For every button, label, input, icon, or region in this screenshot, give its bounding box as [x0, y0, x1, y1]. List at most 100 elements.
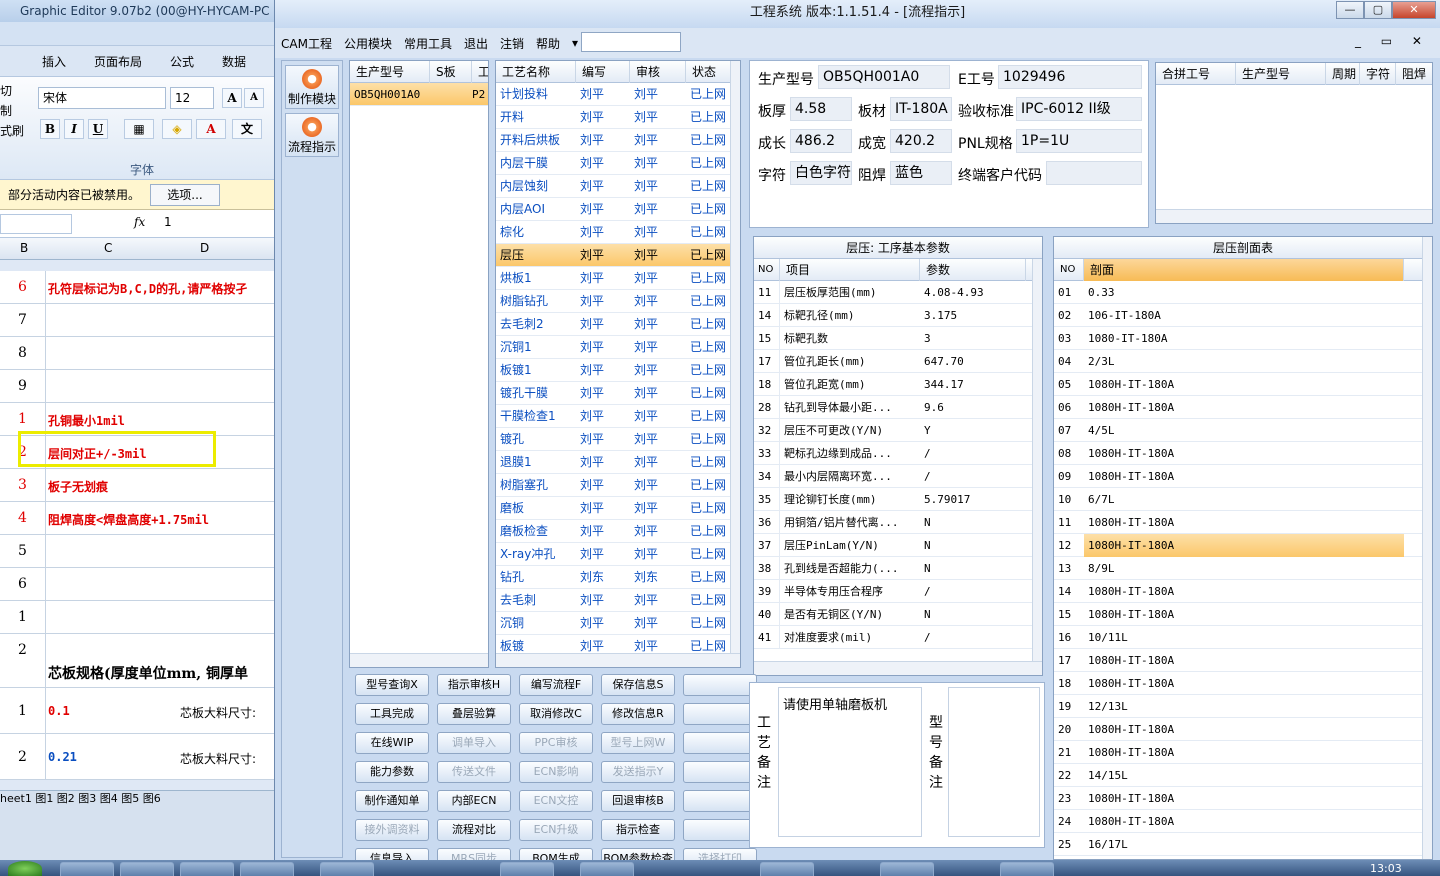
prod-model-field[interactable]: OB5QH001A0 [818, 65, 950, 89]
taskbar-item-excel3[interactable] [1000, 862, 1054, 876]
action-button[interactable]: 指示审核H [437, 674, 511, 696]
flow-guide-button[interactable]: ● 流程指示 [285, 113, 339, 157]
clock[interactable]: 13:03 [1370, 862, 1402, 875]
table-row[interactable]: 18 管位孔距宽(mm) 344.17 [754, 373, 1042, 396]
col-process[interactable]: 工 [472, 61, 488, 83]
cell-text[interactable]: 阻焊高度<焊盘高度+1.75mil [48, 511, 209, 528]
col-b[interactable]: B [20, 241, 28, 255]
make-module-button[interactable]: ● 制作模块 [285, 65, 339, 109]
sheet-row[interactable]: 7 [0, 304, 280, 337]
table-row[interactable]: 退膜1 刘平 刘平 已上网 [496, 451, 740, 474]
cell-text[interactable]: 孔符层标记为B,C,D的孔,请严格按孑 [48, 280, 247, 297]
taskbar-item-save[interactable] [120, 862, 174, 876]
table-row[interactable]: 35 理论铆钉长度(mm) 5.79017 [754, 488, 1042, 511]
action-button[interactable]: BOM参数检查 [601, 848, 675, 860]
action-button[interactable] [683, 703, 757, 725]
e-no-field[interactable]: 1029496 [998, 65, 1142, 89]
table-row[interactable]: OB5QH001A0 P2 [350, 83, 488, 106]
bold-icon[interactable]: B [40, 119, 60, 139]
menu-tools[interactable]: 常用工具 [398, 35, 458, 52]
table-row[interactable]: 39 半导体专用压合程序 / [754, 580, 1042, 603]
action-button[interactable]: 编写流程F [519, 674, 593, 696]
table-row[interactable]: 04 2/3L [1054, 350, 1432, 373]
cell-text[interactable]: 孔铜最小1mil [48, 412, 125, 429]
standard-field[interactable]: IPC-6012 II级 [1016, 97, 1142, 121]
table-row[interactable]: 内层蚀刻 刘平 刘平 已上网 [496, 175, 740, 198]
table-row[interactable]: 11 层压板厚范围(mm) 4.08-4.93 [754, 281, 1042, 304]
col-merge-no[interactable]: 合拼工号 [1156, 63, 1236, 85]
table-row[interactable]: 03 1080-IT-180A [1054, 327, 1432, 350]
col-d[interactable]: D [200, 241, 209, 255]
table-row[interactable]: 10 6/7L [1054, 488, 1432, 511]
table-row[interactable]: 14 1080H-IT-180A [1054, 580, 1432, 603]
maximize-button[interactable]: ▢ [1364, 1, 1392, 19]
font-size-select[interactable]: 12 [170, 87, 214, 109]
font-color-icon[interactable]: A [196, 119, 226, 139]
table-row[interactable]: 34 最小内层隔离环宽... / [754, 465, 1042, 488]
table-row[interactable]: 37 层压PinLam(Y/N) N [754, 534, 1042, 557]
table-row[interactable]: 层压 刘平 刘平 已上网 [496, 244, 740, 267]
action-button[interactable]: 取消修改C [519, 703, 593, 725]
customer-field[interactable] [1046, 161, 1142, 185]
action-button[interactable]: 内部ECN [437, 790, 511, 812]
font-name-select[interactable]: 宋体 [38, 87, 166, 109]
action-button[interactable]: 工具完成 [355, 703, 429, 725]
sheet-row[interactable]: 8 [0, 337, 280, 370]
table-row[interactable]: 17 管位孔距长(mm) 647.70 [754, 350, 1042, 373]
action-button[interactable] [683, 790, 757, 812]
italic-icon[interactable]: I [64, 119, 84, 139]
thickness-field[interactable]: 4.58 [790, 97, 852, 121]
col-process-name[interactable]: 工艺名称 [496, 61, 576, 83]
char-field[interactable]: 白色字符 [790, 161, 852, 185]
params-vscroll[interactable] [1032, 259, 1042, 675]
start-button[interactable] [8, 861, 42, 876]
action-button[interactable]: PPC审核 [519, 732, 593, 754]
col-stack-profile[interactable]: 剖面 [1084, 259, 1404, 281]
table-row[interactable]: 24 1080H-IT-180A [1054, 810, 1432, 833]
action-button[interactable]: 传送文件 [437, 761, 511, 783]
table-row[interactable]: X-ray冲孔 刘平 刘平 已上网 [496, 543, 740, 566]
underline-icon[interactable]: U [88, 119, 108, 139]
action-button[interactable]: 回退审核B [601, 790, 675, 812]
process-remark-textarea[interactable]: 请使用单轴磨板机 [778, 687, 922, 837]
core-row[interactable]: 2 0.21 芯板大料尺寸: [0, 734, 280, 780]
table-row[interactable]: 23 1080H-IT-180A [1054, 787, 1432, 810]
table-row[interactable]: 树脂钻孔 刘平 刘平 已上网 [496, 290, 740, 313]
table-row[interactable]: 16 10/11L [1054, 626, 1432, 649]
process-grid-hscroll[interactable] [496, 653, 740, 667]
width-field[interactable]: 420.2 [890, 129, 952, 153]
action-button[interactable]: 指示检查 [601, 819, 675, 841]
fill-color-icon[interactable]: ◈ [162, 119, 192, 139]
table-row[interactable]: 板镀1 刘平 刘平 已上网 [496, 359, 740, 382]
table-row[interactable]: 02 106-IT-180A [1054, 304, 1432, 327]
action-button[interactable]: 修改信息R [601, 703, 675, 725]
taskbar-item-excel[interactable] [760, 862, 814, 876]
sheet-row[interactable]: 3 板子无划痕 [0, 469, 280, 502]
action-button[interactable]: 制作通知单 [355, 790, 429, 812]
table-row[interactable]: 09 1080H-IT-180A [1054, 465, 1432, 488]
menu-combo-select[interactable] [581, 32, 681, 52]
action-button[interactable]: ECN影响 [519, 761, 593, 783]
action-button[interactable]: 信息导入 [355, 848, 429, 860]
table-row[interactable]: 13 8/9L [1054, 557, 1432, 580]
col-s-board[interactable]: S板 [430, 61, 472, 83]
action-button[interactable] [683, 761, 757, 783]
table-row[interactable]: 开料后烘板 刘平 刘平 已上网 [496, 129, 740, 152]
merge-grid-hscroll[interactable] [1156, 209, 1432, 223]
action-button[interactable]: 接外调资料 [355, 819, 429, 841]
params-hscroll[interactable] [754, 661, 1042, 675]
sheet-row[interactable]: 1 [0, 601, 280, 634]
table-row[interactable]: 17 1080H-IT-180A [1054, 649, 1432, 672]
table-row[interactable]: 干膜检查1 刘平 刘平 已上网 [496, 405, 740, 428]
col-prod-model[interactable]: 生产型号 [350, 61, 430, 83]
table-row[interactable]: 计划投料 刘平 刘平 已上网 [496, 83, 740, 106]
table-row[interactable]: 11 1080H-IT-180A [1054, 511, 1432, 534]
taskbar-item-excel2[interactable] [880, 862, 934, 876]
col-param[interactable]: 参数 [920, 259, 1026, 281]
tab-insert[interactable]: 插入 [28, 53, 80, 70]
table-row[interactable]: 去毛刺2 刘平 刘平 已上网 [496, 313, 740, 336]
action-button[interactable]: 型号上网W [601, 732, 675, 754]
table-row[interactable]: 磨板 刘平 刘平 已上网 [496, 497, 740, 520]
name-box[interactable] [0, 214, 72, 234]
table-row[interactable]: 22 14/15L [1054, 764, 1432, 787]
